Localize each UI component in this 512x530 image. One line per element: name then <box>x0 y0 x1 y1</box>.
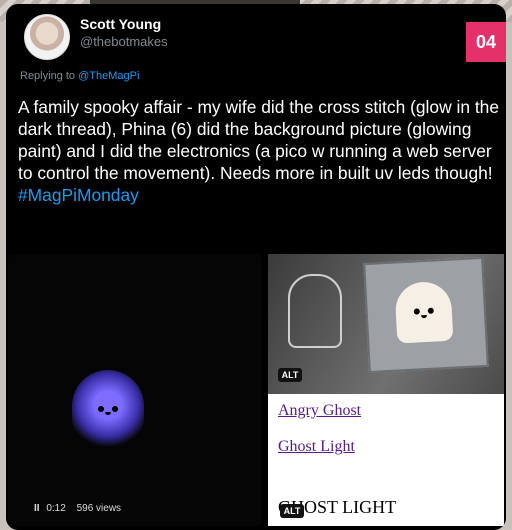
ghost-mouth <box>105 412 111 415</box>
sketch-drawing <box>288 274 342 348</box>
alt-badge[interactable]: ALT <box>280 504 304 518</box>
video-meta: II 0:12 596 views <box>34 503 121 514</box>
author-name[interactable]: Scott Young <box>80 16 161 32</box>
ghost-eye-left <box>98 406 104 412</box>
reply-mention-link[interactable]: @TheMagPi <box>78 70 139 82</box>
tweet-text: A family spooky affair - my wife did the… <box>18 96 503 206</box>
stitched-ghost <box>394 280 454 344</box>
alt-badge[interactable]: ALT <box>278 368 302 382</box>
figure-number-badge: 04 <box>466 22 506 62</box>
avatar[interactable] <box>24 14 70 60</box>
video-views: 596 views <box>76 503 122 514</box>
stitch-mouth <box>421 314 428 319</box>
cross-stitch-canvas <box>363 256 489 374</box>
video-player[interactable]: II 0:12 596 views <box>8 254 262 526</box>
glowing-ghost-image <box>72 370 144 448</box>
web-page-screenshot[interactable]: Angry Ghost Ghost Light GHOST LIGHT ALT <box>268 394 504 526</box>
author-handle[interactable]: @thebotmakes <box>80 34 168 49</box>
stitch-eye-left <box>413 308 420 315</box>
pause-icon[interactable]: II <box>34 503 40 514</box>
stitch-eye-right <box>427 307 434 314</box>
ghost-eye-right <box>112 406 118 412</box>
tweet-body: A family spooky affair - my wife did the… <box>18 97 500 183</box>
hashtag-link[interactable]: #MagPiMonday <box>18 184 503 206</box>
photo-cross-stitch[interactable]: ALT <box>268 254 504 394</box>
video-time: 0:12 <box>46 503 66 514</box>
reply-prefix: Replying to <box>20 70 76 82</box>
ghost-light-link[interactable]: Ghost Light <box>278 438 355 456</box>
angry-ghost-link[interactable]: Angry Ghost <box>278 402 361 420</box>
tweet-card: Scott Young @thebotmakes 04 Replying to … <box>6 4 506 530</box>
reply-line: Replying to @TheMagPi <box>20 70 139 82</box>
